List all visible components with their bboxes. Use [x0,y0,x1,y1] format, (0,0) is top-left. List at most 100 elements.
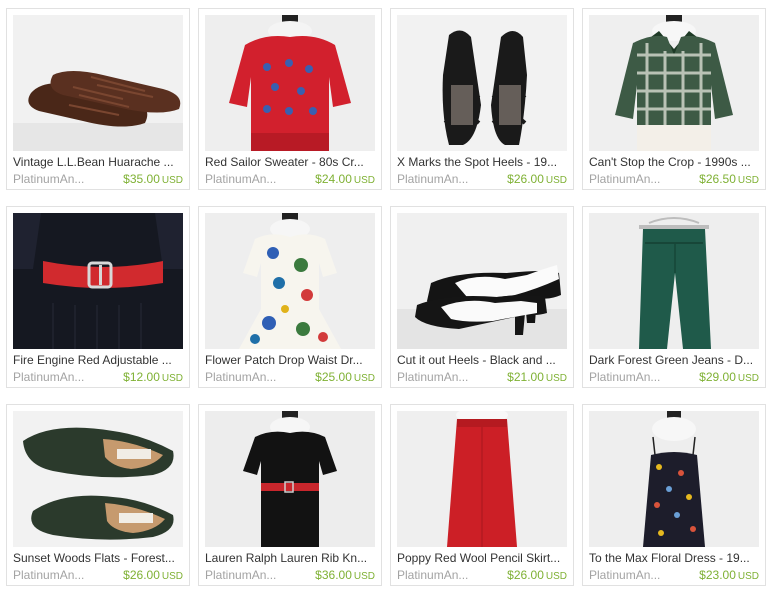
listing-meta: PlatinumAn... $26.00 USD [13,567,183,583]
dark-floral-slip-dress-image [589,411,759,547]
price-amount: $12.00 [123,370,160,384]
listing-meta: PlatinumAn... $35.00 USD [13,171,183,187]
listing-image[interactable] [13,213,183,349]
price-currency: USD [161,175,183,186]
listing-title[interactable]: Red Sailor Sweater - 80s Cr... [205,154,375,170]
listing-price: $26.00 USD [507,171,567,189]
shop-name[interactable]: PlatinumAn... [589,567,665,583]
listing-card[interactable]: Fire Engine Red Adjustable ... PlatinumA… [6,206,190,388]
shop-name[interactable]: PlatinumAn... [589,171,665,187]
listing-title[interactable]: Dark Forest Green Jeans - D... [589,352,759,368]
listing-image[interactable] [205,213,375,349]
shop-name[interactable]: PlatinumAn... [13,369,89,385]
listing-meta: PlatinumAn... $23.00 USD [589,567,759,583]
listing-meta: PlatinumAn... $24.00 USD [205,171,375,187]
plaid-cropped-jacket-image [589,15,759,151]
red-belt-black-dress-image [13,213,183,349]
listing-card[interactable]: Sunset Woods Flats - Forest... PlatinumA… [6,404,190,586]
black-strappy-heels-image [397,15,567,151]
price-amount: $36.00 [315,568,352,582]
listing-image[interactable] [589,15,759,151]
price-amount: $26.00 [507,568,544,582]
shop-name[interactable]: PlatinumAn... [397,171,473,187]
shop-name[interactable]: PlatinumAn... [205,567,281,583]
listing-title[interactable]: Sunset Woods Flats - Forest... [13,550,183,566]
price-amount: $26.50 [699,172,736,186]
price-currency: USD [161,373,183,384]
shop-name[interactable]: PlatinumAn... [13,171,89,187]
price-amount: $29.00 [699,370,736,384]
price-currency: USD [545,571,567,582]
listing-image[interactable] [13,411,183,547]
listing-card[interactable]: Red Sailor Sweater - 80s Cr... PlatinumA… [198,8,382,190]
price-currency: USD [353,175,375,186]
listing-price: $26.50 USD [699,171,759,189]
listing-image[interactable] [397,213,567,349]
listing-title[interactable]: Vintage L.L.Bean Huarache ... [13,154,183,170]
listing-card[interactable]: Flower Patch Drop Waist Dr... PlatinumAn… [198,206,382,388]
listing-meta: PlatinumAn... $26.50 USD [589,171,759,187]
listing-price: $26.00 USD [507,567,567,585]
listing-card[interactable]: Can't Stop the Crop - 1990s ... Platinum… [582,8,766,190]
brown-huarache-sandals-image [13,15,183,151]
listing-title[interactable]: Fire Engine Red Adjustable ... [13,352,183,368]
listing-image[interactable] [397,15,567,151]
green-jeans-image [589,213,759,349]
listing-image[interactable] [205,411,375,547]
listing-meta: PlatinumAn... $36.00 USD [205,567,375,583]
black-knit-dress-image [205,411,375,547]
shop-name[interactable]: PlatinumAn... [397,567,473,583]
price-amount: $24.00 [315,172,352,186]
listing-price: $35.00 USD [123,171,183,189]
price-currency: USD [545,175,567,186]
black-white-cutout-heels-image [397,213,567,349]
listing-meta: PlatinumAn... $25.00 USD [205,369,375,385]
listing-meta: PlatinumAn... $21.00 USD [397,369,567,385]
price-currency: USD [737,175,759,186]
listing-card[interactable]: Vintage L.L.Bean Huarache ... PlatinumAn… [6,8,190,190]
listing-price: $24.00 USD [315,171,375,189]
price-amount: $21.00 [507,370,544,384]
listing-image[interactable] [205,15,375,151]
listing-title[interactable]: Lauren Ralph Lauren Rib Kn... [205,550,375,566]
listing-card[interactable]: X Marks the Spot Heels - 19... PlatinumA… [390,8,574,190]
listing-meta: PlatinumAn... $29.00 USD [589,369,759,385]
listing-card[interactable]: Poppy Red Wool Pencil Skirt... PlatinumA… [390,404,574,586]
green-leather-flats-image [13,411,183,547]
listing-image[interactable] [13,15,183,151]
shop-name[interactable]: PlatinumAn... [397,369,473,385]
listing-card[interactable]: To the Max Floral Dress - 19... Platinum… [582,404,766,586]
listing-image[interactable] [397,411,567,547]
price-amount: $26.00 [123,568,160,582]
listing-image[interactable] [589,411,759,547]
price-currency: USD [353,373,375,384]
listing-price: $21.00 USD [507,369,567,387]
listing-title[interactable]: Poppy Red Wool Pencil Skirt... [397,550,567,566]
listing-grid: Vintage L.L.Bean Huarache ... PlatinumAn… [6,8,766,586]
price-amount: $25.00 [315,370,352,384]
price-currency: USD [737,373,759,384]
price-amount: $26.00 [507,172,544,186]
listing-title[interactable]: Flower Patch Drop Waist Dr... [205,352,375,368]
shop-name[interactable]: PlatinumAn... [205,369,281,385]
price-currency: USD [737,571,759,582]
shop-name[interactable]: PlatinumAn... [13,567,89,583]
shop-name[interactable]: PlatinumAn... [589,369,665,385]
price-amount: $23.00 [699,568,736,582]
listing-price: $25.00 USD [315,369,375,387]
listing-title[interactable]: X Marks the Spot Heels - 19... [397,154,567,170]
shop-name[interactable]: PlatinumAn... [205,171,281,187]
listing-card[interactable]: Dark Forest Green Jeans - D... PlatinumA… [582,206,766,388]
listing-title[interactable]: To the Max Floral Dress - 19... [589,550,759,566]
listing-title[interactable]: Cut it out Heels - Black and ... [397,352,567,368]
listing-card[interactable]: Lauren Ralph Lauren Rib Kn... PlatinumAn… [198,404,382,586]
listing-title[interactable]: Can't Stop the Crop - 1990s ... [589,154,759,170]
red-sailor-sweater-image [205,15,375,151]
floral-drop-waist-dress-image [205,213,375,349]
listing-meta: PlatinumAn... $26.00 USD [397,567,567,583]
listing-image[interactable] [589,213,759,349]
price-currency: USD [161,571,183,582]
listing-price: $29.00 USD [699,369,759,387]
listing-card[interactable]: Cut it out Heels - Black and ... Platinu… [390,206,574,388]
listing-price: $36.00 USD [315,567,375,585]
